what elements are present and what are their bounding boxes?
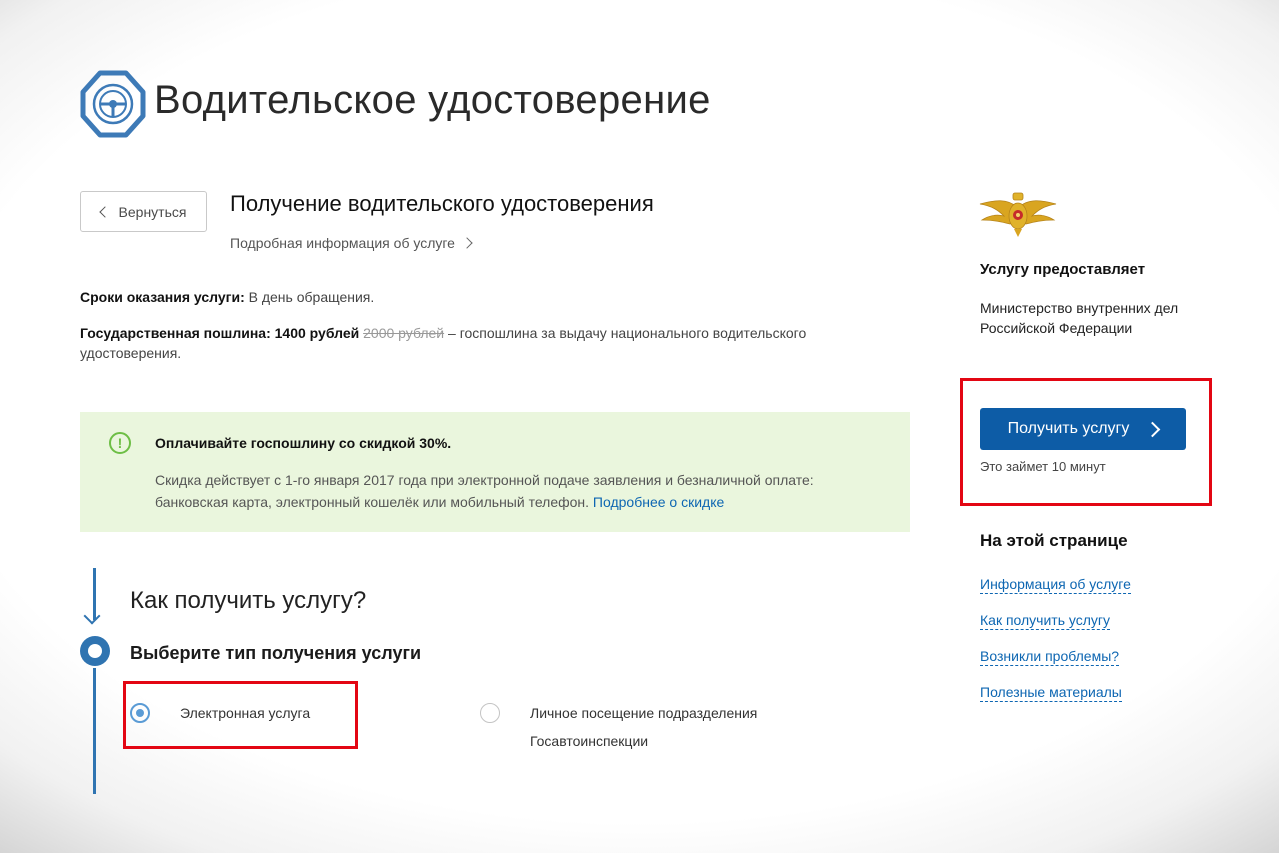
- exclamation-icon: !: [109, 432, 131, 454]
- option-personal-visit-label[interactable]: Личное посещение подразделения Госавтоин…: [530, 699, 830, 755]
- notice-title: Оплачивайте госпошлину со скидкой 30%.: [155, 435, 452, 451]
- radio-personal-visit[interactable]: [480, 703, 500, 723]
- page-title: Водительское удостоверение: [154, 78, 711, 122]
- discount-notice: ! Оплачивайте госпошлину со скидкой 30%.…: [80, 412, 910, 532]
- toc-link-materials[interactable]: Полезные материалы: [980, 683, 1122, 702]
- toc-link-problems[interactable]: Возникли проблемы?: [980, 647, 1120, 666]
- back-button-label: Вернуться: [118, 203, 187, 220]
- fee-label: Государственная пошлина:: [80, 325, 271, 341]
- provider-name: Министерство внутренних дел Российской Ф…: [980, 300, 1179, 336]
- steering-wheel-logo-icon: [80, 70, 146, 138]
- highlight-box-get-service: [960, 378, 1212, 506]
- toc-link-how-to-get[interactable]: Как получить услугу: [980, 611, 1111, 630]
- on-this-page-heading: На этой странице: [980, 531, 1128, 550]
- chevron-right-icon: [461, 237, 473, 249]
- service-title: Получение водительского удостоверения: [230, 191, 654, 216]
- more-info-link[interactable]: Подробная информация об услуге: [230, 235, 473, 251]
- step-marker-icon: [80, 636, 110, 666]
- mvd-eagle-emblem-icon: [979, 192, 1057, 237]
- notice-body: Скидка действует с 1-го января 2017 года…: [155, 469, 875, 513]
- back-button[interactable]: Вернуться: [80, 191, 207, 232]
- provider-heading: Услугу предоставляет: [980, 261, 1146, 278]
- terms-label: Сроки оказания услуги:: [80, 289, 245, 305]
- step-title: Выберите тип получения услуги: [130, 643, 422, 663]
- fee-price: 1400 рублей: [270, 325, 364, 341]
- highlight-box-electronic-option: [123, 681, 358, 749]
- state-fee: Государственная пошлина: 1400 рублей 200…: [80, 323, 880, 363]
- how-to-get-title: Как получить услугу?: [130, 587, 367, 614]
- terms-value: В день обращения.: [244, 289, 375, 305]
- timeline-line: [93, 668, 96, 794]
- more-info-label: Подробная информация об услуге: [230, 235, 455, 251]
- service-terms: Сроки оказания услуги: В день обращения.: [80, 289, 374, 305]
- arrow-down-icon: [83, 607, 101, 625]
- toc-link-info[interactable]: Информация об услуге: [980, 575, 1131, 594]
- chevron-left-icon: [98, 206, 111, 218]
- discount-details-link[interactable]: Подробнее о скидке: [593, 494, 724, 510]
- fee-old-price: 2000 рублей: [363, 325, 445, 341]
